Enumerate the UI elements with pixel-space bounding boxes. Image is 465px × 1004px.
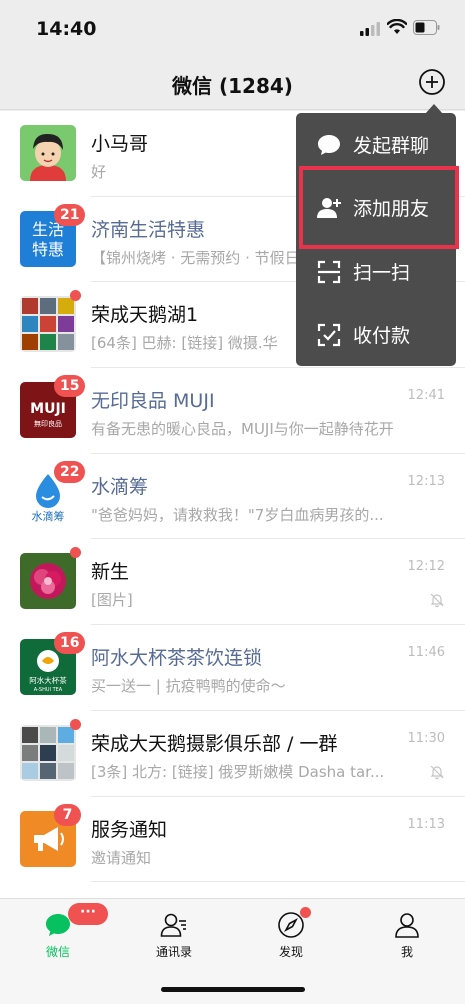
menu-item-add-friend[interactable]: 添加朋友: [296, 176, 456, 239]
chat-preview: [3条] 北方: [链接] 俄罗斯嫩模 Dasha tar...: [91, 762, 385, 781]
tab-me[interactable]: 我: [349, 899, 465, 969]
avatar-text: 水滴筹: [32, 509, 65, 523]
unread-dot: [70, 547, 81, 559]
tab-label: 发现: [278, 945, 303, 959]
chat-row[interactable]: 7 服务通知 11:13 邀请通知: [0, 797, 465, 883]
menu-item-label: 发起群聊: [353, 135, 430, 157]
chat-row[interactable]: 荣成大天鹅摄影俱乐部 / 一群 11:30 [3条] 北方: [链接] 俄罗斯嫩…: [0, 711, 465, 797]
chat-name: 新生: [91, 561, 130, 584]
tab-badge: ···: [68, 903, 108, 925]
chat-name: 小马哥: [91, 133, 149, 155]
add-plus-icon[interactable]: [418, 68, 446, 96]
chat-name: 水滴筹: [91, 475, 149, 498]
payment-icon: [317, 323, 341, 347]
tab-label: 通讯录: [155, 945, 192, 959]
chat-row[interactable]: 阿水大杯茶 A-SHUI TEA 16 阿水大杯茶茶饮连锁 11:46 买一送一…: [0, 625, 465, 711]
discover-dot: [300, 907, 311, 918]
chat-preview: [图片]: [91, 591, 133, 610]
contacts-tab-icon: [160, 913, 186, 937]
chat-preview: 有备无患的暖心良品，MUJI与你一起静待花开: [91, 420, 394, 439]
menu-item-group-chat[interactable]: 发起群聊: [296, 113, 456, 176]
plus-popup-menu: 发起群聊 添加朋友 扫一扫 收付款: [296, 113, 456, 366]
chat-row[interactable]: MUJI 無印良品 15 无印良品 MUJI 12:41 有备无患的暖心良品，M…: [0, 368, 465, 454]
group-avatar: [20, 724, 76, 781]
scan-icon: [317, 260, 341, 284]
group-avatar: [20, 296, 76, 353]
chat-name: 荣成天鹅湖1: [91, 304, 199, 327]
avatar-text: 阿水大杯茶: [29, 675, 67, 685]
avatar-text: MUJI: [30, 401, 66, 417]
chat-name: 荣成大天鹅摄影俱乐部 / 一群: [91, 732, 338, 755]
unread-badge: 21: [54, 203, 86, 226]
chat-name: 济南生活特惠: [91, 218, 206, 241]
cellular-signal-icon: [360, 22, 380, 36]
chat-preview: 邀请通知: [91, 848, 152, 867]
avatar: [20, 553, 76, 610]
menu-item-scan[interactable]: 扫一扫: [296, 240, 456, 303]
unread-badge: 7: [54, 803, 81, 826]
add-friend-icon: [317, 198, 341, 218]
chat-preview: 买一送一 | 抗疫鸭鸭的使命～: [91, 677, 286, 696]
avatar-text: A-SHUI TEA: [34, 687, 63, 693]
tab-label: 我: [400, 945, 413, 959]
chat-bubble-icon: [318, 135, 340, 155]
chat-name: 阿水大杯茶茶饮连锁: [91, 647, 263, 670]
wifi-icon: [387, 19, 407, 34]
menu-item-label: 收付款: [353, 325, 411, 347]
home-indicator: [161, 987, 305, 992]
status-time: 14:40: [36, 18, 97, 40]
chat-time: 12:12: [407, 559, 445, 575]
chat-time: 11:46: [407, 645, 445, 661]
chat-name: 服务通知: [91, 818, 168, 841]
unread-badge: 15: [54, 375, 86, 398]
avatar-text: 特惠: [32, 240, 64, 259]
battery-icon: [413, 20, 440, 35]
tab-contacts[interactable]: 通讯录: [116, 899, 232, 969]
chat-name: 无印良品 MUJI: [91, 390, 215, 413]
avatar: [20, 125, 76, 181]
menu-item-label: 添加朋友: [353, 198, 430, 220]
chat-time: 11:30: [407, 730, 445, 746]
chat-preview: "爸爸妈妈，请救救我！"7岁白血病男孩的...: [91, 505, 384, 524]
chat-time: 12:41: [407, 388, 445, 404]
unread-badge: 22: [54, 460, 86, 483]
menu-item-label: 扫一扫: [353, 262, 411, 284]
unread-badge: 16: [54, 632, 86, 655]
me-tab-icon: [395, 913, 419, 938]
chat-row[interactable]: 新生 12:12 [图片]: [0, 539, 465, 625]
status-bar: 14:40: [0, 0, 465, 58]
avatar-text: 無印良品: [34, 419, 62, 428]
chat-time: 12:13: [407, 473, 445, 489]
nav-bar: 微信 (1284): [0, 58, 465, 110]
unread-dot: [70, 290, 81, 302]
unread-dot: [70, 718, 81, 730]
mute-bell-icon: [430, 765, 444, 779]
page-title: 微信 (1284): [172, 74, 293, 98]
tab-chats[interactable]: ··· 微信: [0, 899, 116, 969]
chat-time: 11:13: [407, 816, 445, 832]
tab-label: 微信: [45, 945, 70, 959]
menu-item-payment[interactable]: 收付款: [296, 303, 456, 366]
mute-bell-icon: [430, 594, 444, 608]
chat-row[interactable]: 水滴筹 22 水滴筹 12:13 "爸爸妈妈，请救救我！"7岁白血病男孩的...: [0, 454, 465, 540]
tab-discover[interactable]: 发现: [233, 899, 349, 969]
